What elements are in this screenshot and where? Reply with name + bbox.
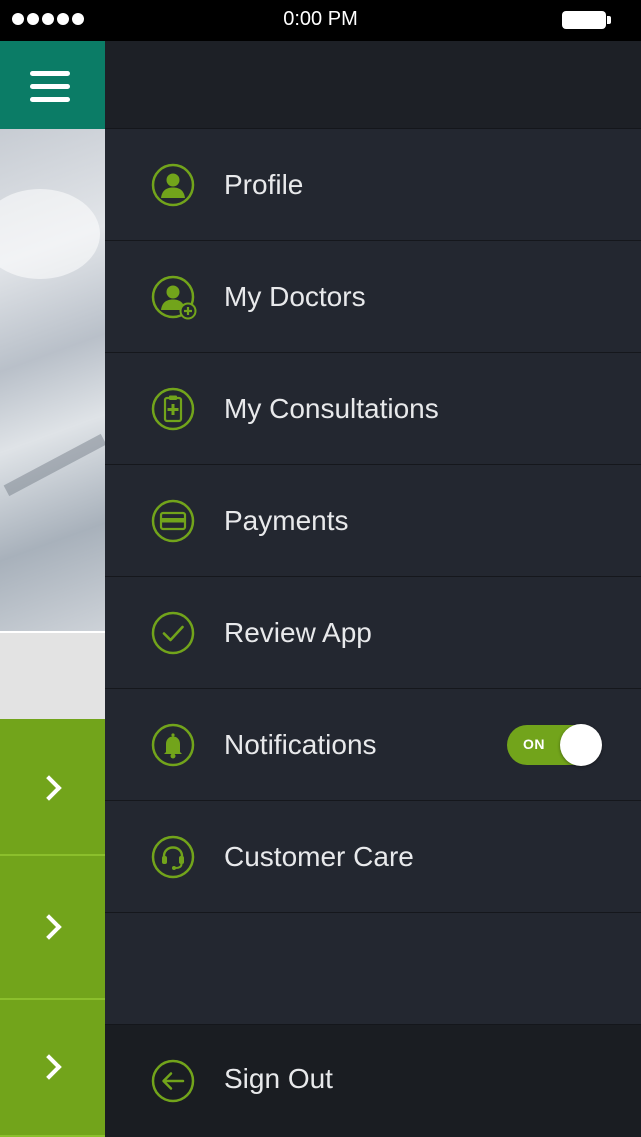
chevron-right-icon: [36, 1054, 62, 1080]
sign-out-button[interactable]: Sign Out: [105, 1024, 641, 1137]
sign-out-label: Sign Out: [224, 1063, 333, 1094]
chevron-right-icon: [36, 775, 62, 801]
status-time: 0:00 PM: [283, 8, 358, 30]
checkmark-icon: [151, 611, 195, 654]
status-bar: 0:00 PM: [0, 0, 641, 41]
headset-icon: [151, 835, 195, 878]
drawer-header: [105, 41, 641, 129]
drawer-menu: Profile My Doctors My Consultations Paym…: [105, 129, 641, 913]
hamburger-menu-icon[interactable]: [30, 71, 70, 103]
toggle-knob: [560, 723, 602, 766]
background-panel: [0, 631, 105, 719]
notifications-toggle[interactable]: ON: [507, 723, 602, 766]
arrow-left-icon: [151, 1059, 195, 1103]
menu-item-review-app[interactable]: Review App: [105, 577, 641, 689]
menu-item-label: Notifications: [224, 728, 377, 760]
bell-icon: [151, 723, 195, 766]
app-header: [0, 41, 105, 129]
menu-item-notifications[interactable]: Notifications ON: [105, 689, 641, 801]
toggle-state-label: ON: [523, 735, 545, 752]
background-list-item[interactable]: [0, 719, 105, 856]
menu-item-label: My Consultations: [224, 392, 439, 424]
clipboard-medical-icon: [151, 387, 195, 430]
background-list-item[interactable]: [0, 856, 105, 1000]
chevron-right-icon: [36, 914, 62, 940]
menu-item-my-doctors[interactable]: My Doctors: [105, 241, 641, 353]
add-doctor-icon: [151, 275, 197, 319]
credit-card-icon: [151, 499, 195, 542]
battery-icon: [562, 11, 611, 29]
menu-item-label: Payments: [224, 504, 349, 536]
background-list-item[interactable]: [0, 1000, 105, 1137]
menu-item-profile[interactable]: Profile: [105, 129, 641, 241]
menu-item-label: Profile: [224, 168, 304, 200]
menu-item-payments[interactable]: Payments: [105, 465, 641, 577]
menu-item-label: Review App: [224, 616, 372, 648]
menu-item-label: Customer Care: [224, 840, 414, 872]
menu-item-customer-care[interactable]: Customer Care: [105, 801, 641, 913]
menu-item-label: My Doctors: [224, 280, 366, 312]
menu-item-my-consultations[interactable]: My Consultations: [105, 353, 641, 465]
background-image: [0, 129, 105, 631]
user-icon: [151, 163, 195, 206]
navigation-drawer: Profile My Doctors My Consultations Paym…: [105, 41, 641, 1137]
